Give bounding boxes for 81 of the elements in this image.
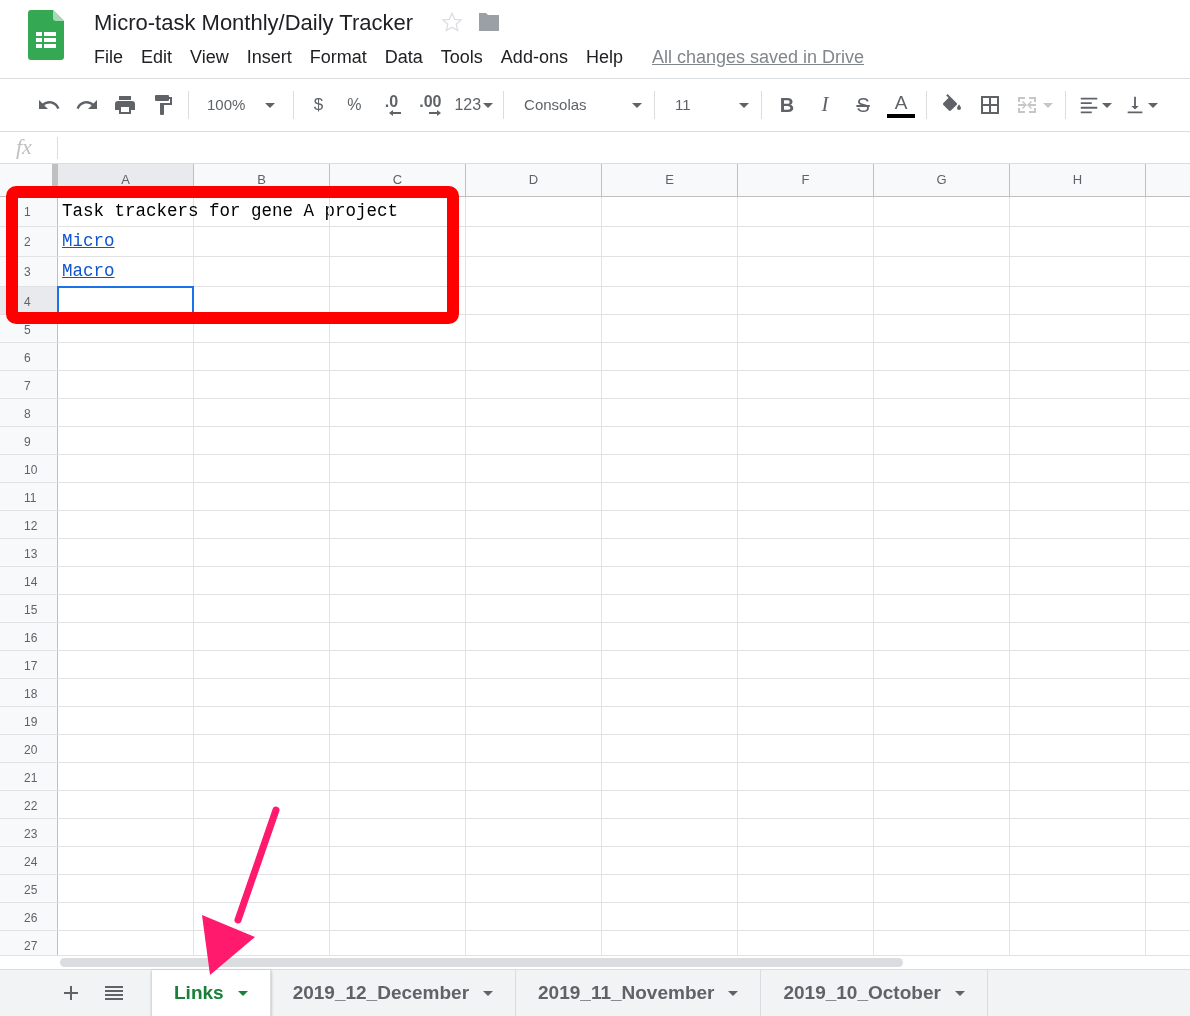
column-header[interactable]: B bbox=[194, 164, 330, 196]
strikethrough-button[interactable]: S bbox=[844, 89, 883, 121]
menu-item[interactable]: Insert bbox=[237, 43, 301, 71]
caret-icon bbox=[1102, 102, 1113, 108]
row-number[interactable]: 9 bbox=[0, 427, 58, 454]
column-header[interactable]: C bbox=[330, 164, 466, 196]
row-number[interactable]: 11 bbox=[0, 483, 58, 510]
column-header[interactable]: D bbox=[466, 164, 602, 196]
text-color-button[interactable]: A bbox=[882, 89, 921, 121]
row-number[interactable]: 14 bbox=[0, 567, 58, 594]
row-number[interactable]: 23 bbox=[0, 819, 58, 846]
cell-link[interactable]: Macro bbox=[62, 257, 115, 284]
caret-icon bbox=[1043, 102, 1054, 108]
font-size-dropdown[interactable]: 11 bbox=[661, 89, 756, 121]
menu-item[interactable]: Tools bbox=[431, 43, 492, 71]
folder-icon bbox=[477, 12, 502, 32]
row-number[interactable]: 22 bbox=[0, 791, 58, 818]
column-header[interactable]: H bbox=[1010, 164, 1146, 196]
spreadsheet-logo-icon bbox=[28, 10, 64, 60]
menu-item[interactable]: File bbox=[94, 43, 132, 71]
function-label: fx bbox=[0, 136, 58, 159]
save-status-link[interactable]: All changes saved in Drive bbox=[651, 43, 865, 71]
menu-item[interactable]: Edit bbox=[132, 43, 182, 71]
percent-button[interactable]: % bbox=[336, 89, 373, 121]
column-header[interactable]: F bbox=[738, 164, 874, 196]
left-arrow-icon bbox=[389, 110, 402, 116]
row-number[interactable]: 27 bbox=[0, 931, 58, 955]
caret-icon bbox=[632, 102, 643, 108]
row-number[interactable]: 15 bbox=[0, 595, 58, 622]
caret-icon bbox=[237, 990, 248, 996]
row-number[interactable]: 12 bbox=[0, 511, 58, 538]
menu-item[interactable]: View bbox=[181, 43, 238, 71]
decrease-decimals-button[interactable]: .0 bbox=[372, 89, 411, 121]
plus-icon bbox=[63, 985, 79, 1001]
sheet-tab[interactable]: 2019_10_October bbox=[761, 970, 988, 1016]
caret-icon bbox=[483, 102, 494, 108]
row-number[interactable]: 26 bbox=[0, 903, 58, 930]
row-number[interactable]: 25 bbox=[0, 875, 58, 902]
increase-decimals-button[interactable]: .00 bbox=[410, 89, 451, 121]
italic-button[interactable]: I bbox=[806, 89, 845, 121]
more-formats-dropdown[interactable]: 123 bbox=[450, 89, 498, 121]
selected-cell-outline[interactable] bbox=[57, 286, 194, 315]
menu-item[interactable]: Add-ons bbox=[491, 43, 577, 71]
row-number[interactable]: 6 bbox=[0, 343, 58, 370]
row-number[interactable]: 16 bbox=[0, 623, 58, 650]
row-number[interactable]: 21 bbox=[0, 763, 58, 790]
cell-text: Task trackers for gene A project bbox=[62, 199, 399, 223]
horizontal-scrollbar[interactable] bbox=[60, 958, 903, 967]
row-number[interactable]: 24 bbox=[0, 847, 58, 874]
currency-button[interactable]: $ bbox=[300, 89, 337, 121]
row-number[interactable]: 19 bbox=[0, 707, 58, 734]
column-header[interactable]: G bbox=[874, 164, 1010, 196]
caret-icon bbox=[1148, 102, 1159, 108]
list-icon bbox=[105, 985, 123, 1001]
row-number[interactable]: 18 bbox=[0, 679, 58, 706]
menu-item[interactable]: Help bbox=[576, 43, 632, 71]
row-number[interactable]: 20 bbox=[0, 735, 58, 762]
font-dropdown[interactable]: Consolas bbox=[510, 89, 649, 121]
caret-icon bbox=[954, 990, 965, 996]
sheet-tab[interactable]: Links bbox=[152, 970, 271, 1016]
star-icon bbox=[441, 11, 464, 33]
zoom-dropdown[interactable]: 100% bbox=[195, 89, 288, 121]
row-number[interactable]: 13 bbox=[0, 539, 58, 566]
column-header[interactable]: E bbox=[602, 164, 738, 196]
row-number[interactable]: 7 bbox=[0, 371, 58, 398]
right-arrow-icon bbox=[429, 110, 442, 116]
sheet-tab[interactable]: 2019_11_November bbox=[516, 970, 762, 1016]
row-number[interactable]: 8 bbox=[0, 399, 58, 426]
menu-item[interactable]: Format bbox=[300, 43, 376, 71]
row-number[interactable]: 10 bbox=[0, 455, 58, 482]
cell-link[interactable]: Micro bbox=[62, 227, 115, 254]
caret-icon bbox=[265, 102, 276, 108]
menu-item[interactable]: Data bbox=[375, 43, 432, 71]
caret-icon bbox=[483, 990, 494, 996]
caret-icon bbox=[739, 102, 750, 108]
bold-button[interactable]: B bbox=[768, 89, 807, 121]
document-title[interactable]: Micro-task Monthly/Daily Tracker bbox=[94, 5, 414, 39]
row-number[interactable]: 17 bbox=[0, 651, 58, 678]
sheet-tab[interactable]: 2019_12_December bbox=[270, 970, 517, 1016]
caret-icon bbox=[728, 990, 739, 996]
print-icon bbox=[113, 93, 137, 117]
